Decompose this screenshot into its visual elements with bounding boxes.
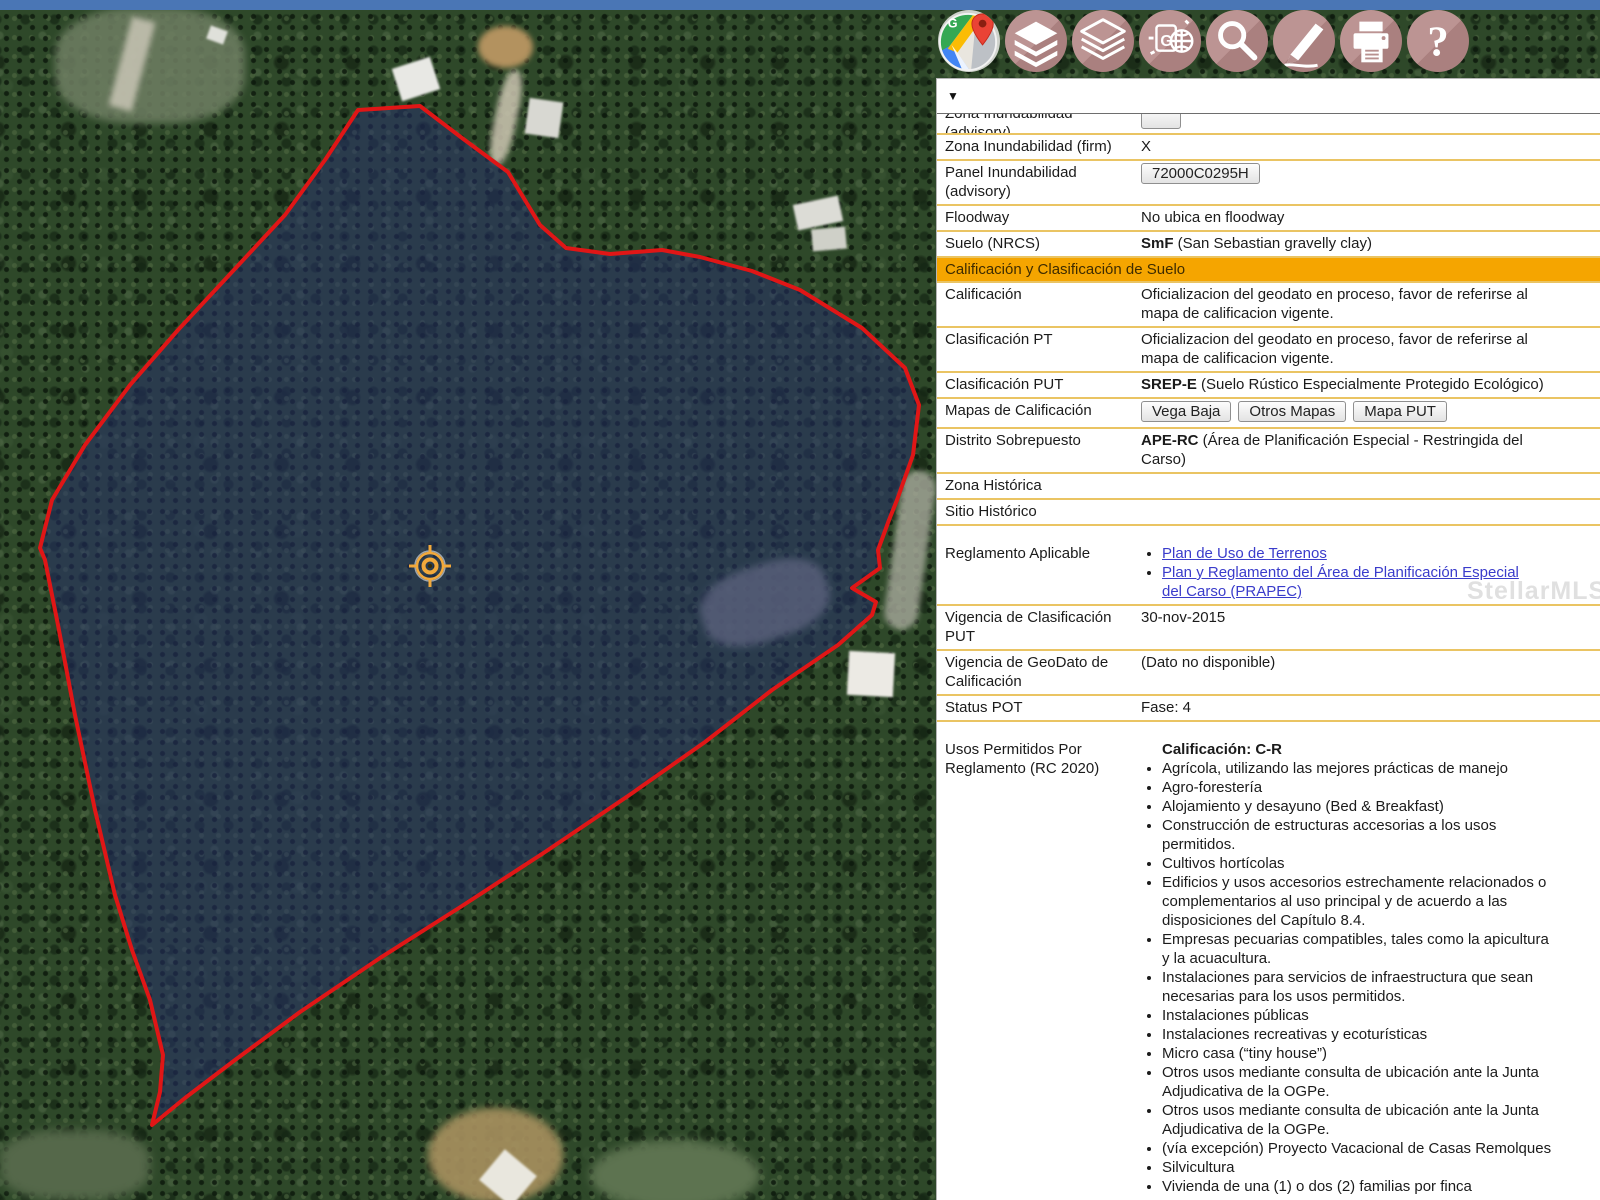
permitted-use-item: (vía excepción) Proyecto Vacacional de C… bbox=[1162, 1139, 1553, 1158]
collapse-arrow-icon[interactable]: ▼ bbox=[947, 89, 959, 103]
list-item: Plan y Reglamento del Área de Planificac… bbox=[1162, 563, 1520, 601]
layers-alt-icon[interactable] bbox=[1072, 10, 1134, 72]
permitted-use-item: Cultivos hortícolas bbox=[1162, 854, 1553, 873]
help-icon[interactable]: ? bbox=[1407, 10, 1469, 72]
permitted-use-item: Alojamiento y desayuno (Bed & Breakfast) bbox=[1162, 797, 1553, 816]
row-value: Oficializacion del geodato en proceso, f… bbox=[1141, 330, 1600, 368]
row-label: Sitio Histórico bbox=[945, 502, 1141, 521]
info-row: Vigencia de Clasificación PUT30-nov-2015 bbox=[937, 606, 1600, 651]
value-button[interactable] bbox=[1141, 114, 1181, 129]
app-window: GG? ▼ Zona Inundabilidad (advisory)Zona … bbox=[0, 0, 1600, 1200]
info-row: FloodwayNo ubica en floodway bbox=[937, 206, 1600, 232]
info-panel: ▼ Zona Inundabilidad (advisory)Zona Inun… bbox=[936, 78, 1600, 1200]
info-row: Zona Inundabilidad (firm)X bbox=[937, 135, 1600, 161]
permitted-use-item: Agro-forestería bbox=[1162, 778, 1553, 797]
row-value: 30-nov-2015 bbox=[1141, 608, 1600, 646]
row-value: No ubica en floodway bbox=[1141, 208, 1600, 227]
draw-icon[interactable] bbox=[1273, 10, 1335, 72]
value-heading: Calificación: C-R bbox=[1162, 740, 1553, 759]
row-label: Zona Inundabilidad (firm) bbox=[945, 137, 1141, 156]
row-label: Distrito Sobrepuesto bbox=[945, 431, 1141, 469]
row-value: Fase: 4 bbox=[1141, 698, 1600, 717]
info-row: Panel Inundabilidad (advisory)72000C0295… bbox=[937, 161, 1600, 206]
row-value: Vega Baja Otros Mapas Mapa PUT bbox=[1141, 401, 1600, 424]
info-row: Sitio Histórico bbox=[937, 500, 1600, 526]
info-table: Zona Inundabilidad (advisory) Zona Inunda… bbox=[937, 113, 1600, 1199]
map-button-mapa-put[interactable]: Mapa PUT bbox=[1353, 401, 1447, 422]
permitted-use-item: Agrícola, utilizando las mejores práctic… bbox=[1162, 759, 1553, 778]
row-label: Panel Inundabilidad (advisory) bbox=[945, 163, 1141, 201]
permitted-use-item: Empresas pecuarias compatibles, tales co… bbox=[1162, 930, 1553, 968]
row-label: Vigencia de GeoDato de Calificación bbox=[945, 653, 1141, 691]
row-label: Reglamento Aplicable bbox=[945, 544, 1141, 601]
section-header: Calificación y Clasificación de Suelo bbox=[937, 258, 1600, 283]
reglamento-link[interactable]: Plan y Reglamento del Área de Planificac… bbox=[1162, 564, 1519, 600]
info-row: Clasificación PTOficializacion del geoda… bbox=[937, 328, 1600, 373]
row-value: (Dato no disponible) bbox=[1141, 653, 1600, 691]
row-value: SREP-E (Suelo Rústico Especialmente Prot… bbox=[1141, 375, 1600, 394]
permitted-uses-list: Agrícola, utilizando las mejores práctic… bbox=[1141, 759, 1553, 1196]
permitted-use-item: Instalaciones públicas bbox=[1162, 1006, 1553, 1025]
row-label: Usos Permitidos Por Reglamento (RC 2020) bbox=[945, 740, 1141, 1196]
row-value: Oficializacion del geodato en proceso, f… bbox=[1141, 285, 1600, 323]
info-row: Status POTFase: 4 bbox=[937, 696, 1600, 722]
info-row: Suelo (NRCS)SmF (San Sebastian gravelly … bbox=[937, 232, 1600, 258]
row-value: SmF (San Sebastian gravelly clay) bbox=[1141, 234, 1600, 253]
row-label: Status POT bbox=[945, 698, 1141, 717]
row-label: Clasificación PUT bbox=[945, 375, 1141, 394]
row-label: Suelo (NRCS) bbox=[945, 234, 1141, 253]
info-row: Vigencia de GeoDato de Calificación(Dato… bbox=[937, 651, 1600, 696]
panel-header: ▼ bbox=[937, 79, 1600, 113]
print-icon[interactable] bbox=[1340, 10, 1402, 72]
svg-text:G: G bbox=[1160, 33, 1172, 50]
row-label: Zona Histórica bbox=[945, 476, 1141, 495]
svg-text:?: ? bbox=[1427, 19, 1448, 66]
permitted-use-item: Otros usos mediante consulta de ubicació… bbox=[1162, 1063, 1553, 1101]
browser-top-strip bbox=[0, 0, 1600, 10]
info-row: Usos Permitidos Por Reglamento (RC 2020)… bbox=[937, 738, 1600, 1199]
street-view-icon[interactable]: G bbox=[1139, 10, 1201, 72]
map-toolbar: G G? bbox=[938, 10, 1469, 72]
permitted-use-item: Instalaciones recreativas y ecoturística… bbox=[1162, 1025, 1553, 1044]
permitted-use-item: Vivienda de una (1) o dos (2) familias p… bbox=[1162, 1177, 1553, 1196]
permitted-use-item: Otros usos mediante consulta de ubicació… bbox=[1162, 1101, 1553, 1139]
info-row: CalificaciónOficializacion del geodato e… bbox=[937, 283, 1600, 328]
row-value: Plan de Uso de Terrenos Plan y Reglamento… bbox=[1141, 544, 1600, 601]
info-row: Mapas de CalificaciónVega Baja Otros Mapa… bbox=[937, 399, 1600, 429]
row-value: APE-RC (Área de Planificación Especial -… bbox=[1141, 431, 1600, 469]
layers-icon[interactable] bbox=[1005, 10, 1067, 72]
row-label: Clasificación PT bbox=[945, 330, 1141, 368]
value-button[interactable]: 72000C0295H bbox=[1141, 163, 1260, 184]
row-label: Floodway bbox=[945, 208, 1141, 227]
row-label: Zona Inundabilidad (advisory) bbox=[945, 114, 1141, 130]
info-row: Zona Histórica bbox=[937, 474, 1600, 500]
row-value: 72000C0295H bbox=[1141, 163, 1600, 201]
permitted-use-item: Silvicultura bbox=[1162, 1158, 1553, 1177]
map-button-otros-mapas[interactable]: Otros Mapas bbox=[1238, 401, 1346, 422]
permitted-use-item: Edificios y usos accesorios estrechament… bbox=[1162, 873, 1553, 930]
info-row: Reglamento AplicablePlan de Uso de Terre… bbox=[937, 542, 1600, 606]
info-row: Zona Inundabilidad (advisory) bbox=[937, 114, 1600, 135]
svg-text:G: G bbox=[948, 16, 958, 30]
parcel-polygon[interactable] bbox=[40, 106, 919, 1125]
row-value: X bbox=[1141, 137, 1600, 156]
reglamento-links: Plan de Uso de Terrenos Plan y Reglamento… bbox=[1141, 544, 1520, 601]
row-value bbox=[1141, 502, 1600, 521]
row-value: Calificación: C-RAgrícola, utilizando la… bbox=[1141, 740, 1600, 1196]
search-icon[interactable] bbox=[1206, 10, 1268, 72]
info-row: Clasificación PUTSREP-E (Suelo Rústico E… bbox=[937, 373, 1600, 399]
map-button-vega-baja[interactable]: Vega Baja bbox=[1141, 401, 1231, 422]
row-value bbox=[1141, 476, 1600, 495]
row-value bbox=[1141, 114, 1600, 130]
row-label: Calificación bbox=[945, 285, 1141, 323]
row-label: Mapas de Calificación bbox=[945, 401, 1141, 424]
permitted-use-item: Construcción de estructuras accesorias a… bbox=[1162, 816, 1553, 854]
permitted-use-item: Instalaciones para servicios de infraest… bbox=[1162, 968, 1553, 1006]
list-item: Plan de Uso de Terrenos bbox=[1162, 544, 1520, 563]
permitted-use-item: Micro casa (“tiny house”) bbox=[1162, 1044, 1553, 1063]
google-maps-icon[interactable]: G bbox=[938, 10, 1000, 72]
info-row: Distrito SobrepuestoAPE-RC (Área de Plan… bbox=[937, 429, 1600, 474]
reglamento-link[interactable]: Plan de Uso de Terrenos bbox=[1162, 545, 1327, 562]
row-label: Vigencia de Clasificación PUT bbox=[945, 608, 1141, 646]
